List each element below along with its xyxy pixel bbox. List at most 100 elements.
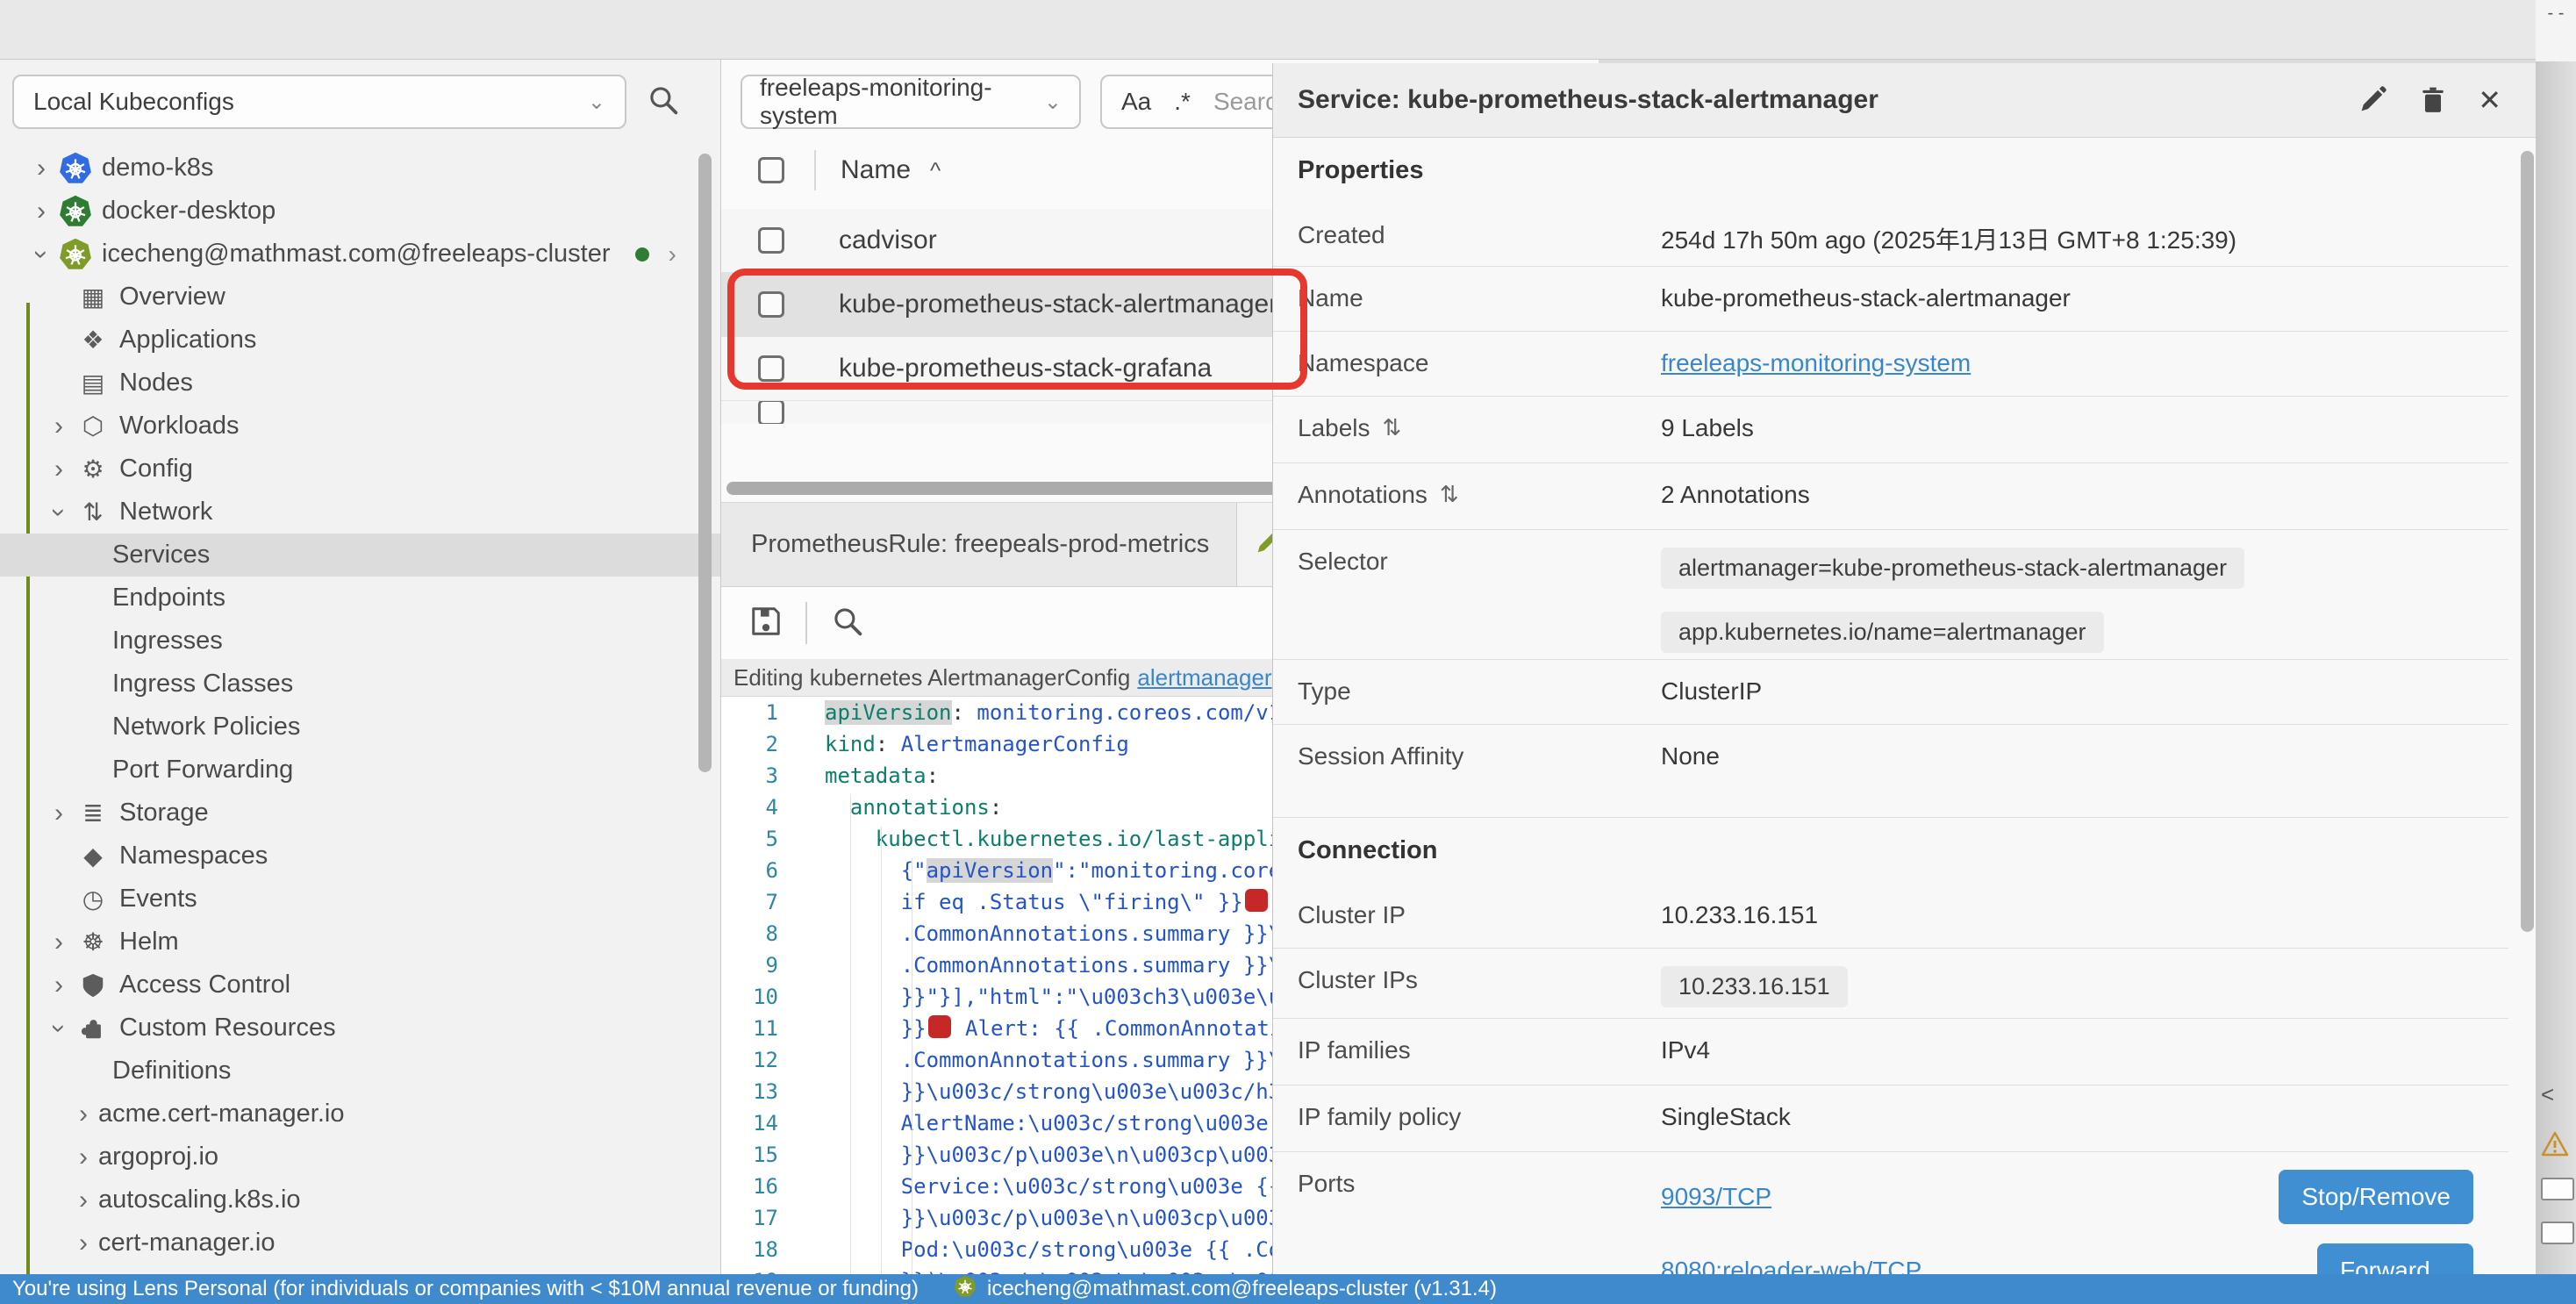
port-link[interactable]: 9093/TCP [1661, 1183, 1771, 1211]
chevron-down-icon[interactable]: › [44, 1014, 74, 1043]
chevron-down-icon: ⌄ [1044, 90, 1062, 115]
detail-row-annotations: Annotations⇅2 Annotations [1273, 463, 2508, 530]
sidebar-item-configuration-konghq-com[interactable]: ›configuration.konghq.com [0, 1265, 721, 1274]
chevron-right-icon[interactable]: › [44, 799, 74, 828]
sidebar-item-workloads[interactable]: ›⬡Workloads [0, 405, 721, 448]
sidebar-item-label: icecheng@mathmast.com@freeleaps-cluster [102, 240, 611, 269]
sidebar-item-network-policies[interactable]: Network Policies [0, 706, 721, 749]
sidebar-item-ingress-classes[interactable]: Ingress Classes [0, 663, 721, 706]
select-all-checkbox[interactable] [758, 157, 784, 183]
chevron-right-icon[interactable]: › [44, 971, 74, 1000]
sidebar-item-custom-resources[interactable]: ›Custom Resources [0, 1007, 721, 1050]
sidebar-item-storage[interactable]: ›≣Storage [0, 792, 721, 835]
chevron-right-icon[interactable]: › [26, 154, 56, 183]
namespace-link[interactable]: freeleaps-monitoring-system [1661, 349, 1971, 376]
sidebar-item-services[interactable]: Services [0, 534, 721, 577]
sidebar-item-demo-k8s[interactable]: ›demo-k8s [0, 147, 721, 190]
sidebar-item-icecheng-mathmast-com-freeleaps-cluster[interactable]: › icecheng@mathmast.com@freeleaps-cluster… [0, 233, 721, 276]
indent-guide [850, 795, 851, 1274]
line-number: 1 [721, 697, 794, 728]
chevron-right-icon[interactable]: › [68, 1186, 98, 1215]
status-bar: You're using Lens Personal (for individu… [0, 1274, 2576, 1304]
kubeconfig-dropdown[interactable]: Local Kubeconfigs ⌄ [12, 75, 626, 129]
chevron-right-icon[interactable]: › [44, 412, 74, 441]
sidebar-item-overview[interactable]: ▦Overview [0, 276, 721, 319]
sort-toggle-icon[interactable]: ⇅ [1440, 481, 1459, 508]
row-value: 2 Annotations [1661, 481, 2508, 529]
sort-toggle-icon[interactable]: ⇅ [1383, 414, 1402, 441]
column-header-name[interactable]: Name [841, 155, 911, 185]
sidebar-item-label: Ingress Classes [112, 670, 293, 699]
namespace-dropdown[interactable]: freeleaps-monitoring-system ⌄ [741, 75, 1081, 129]
sort-asc-icon[interactable]: ^ [930, 157, 941, 184]
regex-icon[interactable]: .* [1174, 88, 1191, 116]
match-case-icon[interactable]: Aa [1121, 88, 1151, 116]
chevron-right-icon[interactable]: › [26, 197, 56, 226]
code-text: kind: AlertmanagerConfig [794, 728, 1129, 760]
row-checkbox[interactable] [758, 227, 784, 254]
connected-status-dot [635, 247, 649, 262]
sidebar-item-docker-desktop[interactable]: ›docker-desktop [0, 190, 721, 233]
chevron-right-icon[interactable]: › [669, 240, 676, 269]
row-value: 9093/TCP Stop/Remove 8080:reloader-web/TCP… [1661, 1170, 2508, 1274]
sidebar-item-namespaces[interactable]: ◆Namespaces [0, 835, 721, 878]
services-toolbar: freeleaps-monitoring-system ⌄ Aa .* Sear… [741, 74, 1311, 130]
sidebar-item-acme-cert-manager-io[interactable]: ›acme.cert-manager.io [0, 1093, 721, 1136]
sidebar-scrollbar[interactable] [698, 154, 712, 772]
sidebar-item-helm[interactable]: ›☸Helm [0, 921, 721, 964]
network-icon: ⇅ [74, 498, 112, 527]
row-label: Selector [1298, 548, 1388, 576]
sidebar-item-label: Nodes [119, 369, 193, 398]
chevron-down-icon[interactable]: › [26, 240, 56, 269]
detail-row-type: TypeClusterIP [1273, 660, 2508, 725]
line-number: 17 [721, 1202, 794, 1234]
chevron-right-icon[interactable]: › [44, 455, 74, 484]
service-name: kube-prometheus-stack-alertmanager [839, 290, 1277, 319]
row-checkbox[interactable] [758, 401, 784, 424]
sidebar-item-access-control[interactable]: ›Access Control [0, 964, 721, 1007]
sidebar-item-endpoints[interactable]: Endpoints [0, 577, 721, 620]
sidebar-item-autoscaling-k8s-io[interactable]: ›autoscaling.k8s.io [0, 1179, 721, 1222]
sidebar-item-network[interactable]: ›⇅Network [0, 491, 721, 534]
chevron-right-icon[interactable]: › [44, 928, 74, 957]
detail-row-labels: Labels⇅9 Labels [1273, 397, 2508, 463]
row-checkbox[interactable] [758, 355, 784, 382]
line-number: 2 [721, 728, 794, 760]
cut-off-field [2541, 1222, 2574, 1244]
sidebar-item-applications[interactable]: ❖Applications [0, 319, 721, 362]
stop-remove-button[interactable]: Stop/Remove [2279, 1170, 2473, 1224]
sidebar-item-config[interactable]: ›⚙Config [0, 448, 721, 491]
port-link[interactable]: 8080:reloader-web/TCP [1661, 1257, 1921, 1274]
line-number: 10 [721, 981, 794, 1013]
row-checkbox[interactable] [758, 291, 784, 318]
code-text: AlertName:\u003c/strong\u003e {{ [794, 1107, 1306, 1139]
detail-scrollbar[interactable] [2521, 151, 2534, 932]
detail-row-session-affinity: Session AffinityNone [1273, 725, 2508, 818]
chevron-right-icon[interactable]: › [68, 1143, 98, 1172]
trash-icon[interactable] [2418, 85, 2448, 115]
dock-tab-prometheusrule[interactable]: PrometheusRule: freepeals-prod-metrics [721, 503, 1237, 586]
value-pill: 10.233.16.151 [1661, 966, 1848, 1007]
sidebar-item-nodes[interactable]: ▤Nodes [0, 362, 721, 405]
editing-note: Editing kubernetes AlertmanagerConfig [733, 664, 1130, 691]
search-icon[interactable] [646, 82, 681, 122]
detail-row-name: Namekube-prometheus-stack-alertmanager [1273, 267, 2508, 332]
chevron-right-icon[interactable]: › [68, 1100, 98, 1129]
cluster-status[interactable]: icecheng@mathmast.com@freeleaps-cluster … [954, 1275, 1497, 1304]
editing-resource-link[interactable]: alertmanager [1137, 664, 1271, 691]
shield-icon [74, 972, 112, 999]
editor-search-icon[interactable] [830, 604, 865, 643]
edit-pencil-icon[interactable] [2357, 84, 2388, 116]
sidebar-item-port-forwarding[interactable]: Port Forwarding [0, 749, 721, 792]
close-icon[interactable]: ✕ [2478, 83, 2501, 117]
sidebar-item-events[interactable]: ◷Events [0, 878, 721, 921]
sidebar-item-ingresses[interactable]: Ingresses [0, 620, 721, 663]
save-icon[interactable] [749, 605, 783, 642]
chevron-right-icon[interactable]: › [68, 1229, 98, 1258]
sidebar-item-argoproj-io[interactable]: ›argoproj.io [0, 1136, 721, 1179]
license-text: You're using Lens Personal (for individu… [12, 1277, 919, 1301]
sidebar-item-cert-manager-io[interactable]: ›cert-manager.io [0, 1222, 721, 1265]
sidebar-item-definitions[interactable]: Definitions [0, 1050, 721, 1093]
chevron-down-icon[interactable]: › [44, 498, 74, 527]
forward--button[interactable]: Forward... [2317, 1243, 2473, 1274]
